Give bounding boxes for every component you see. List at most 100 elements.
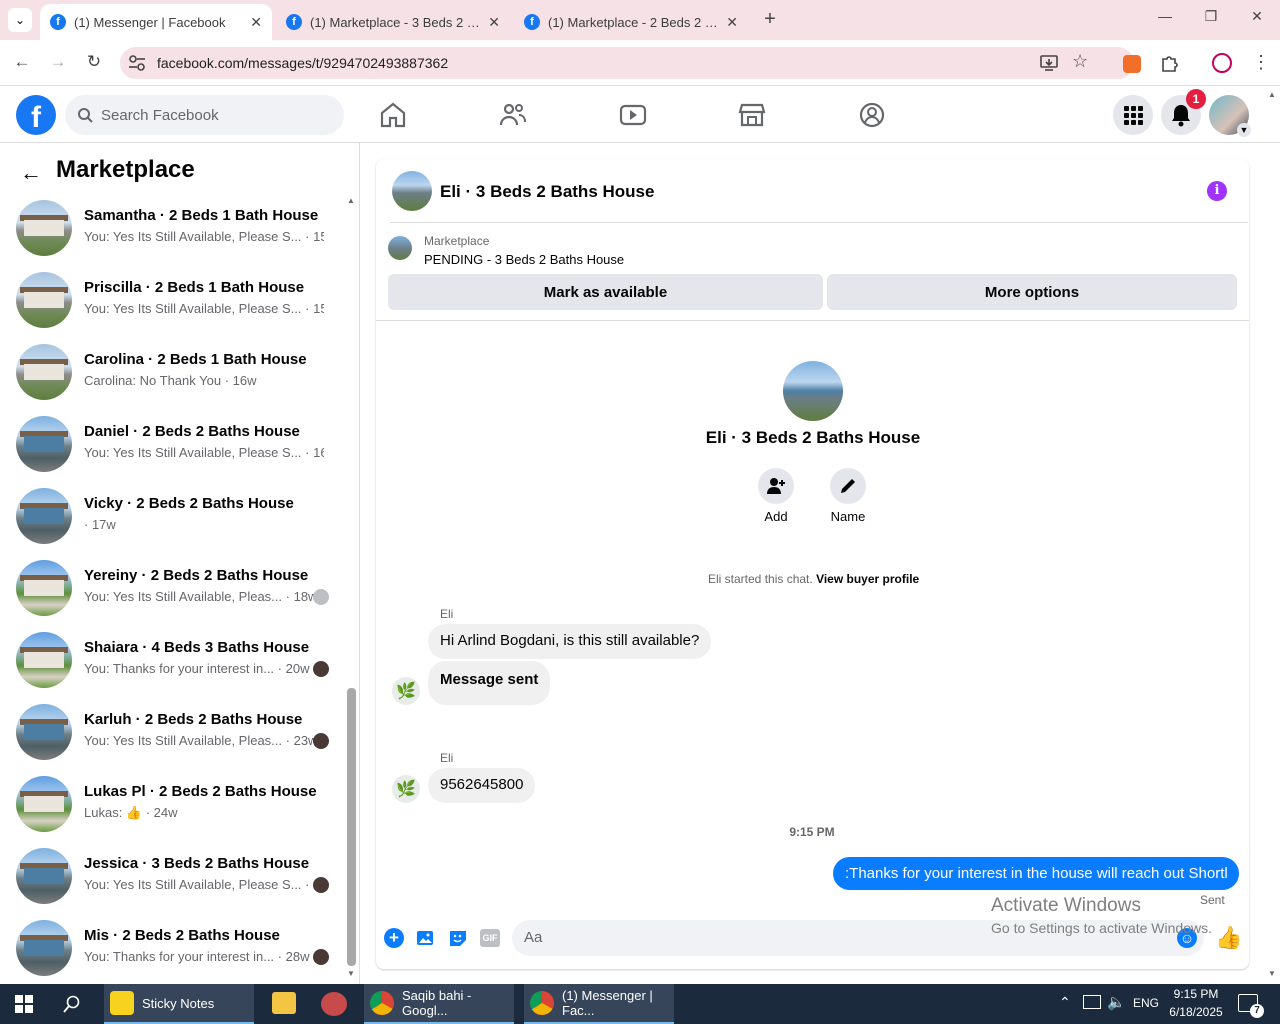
chrome-menu-icon[interactable]: ⋮: [1252, 52, 1270, 73]
chrome-icon: [370, 991, 394, 1015]
conversation-title: Mis · 2 Beds 2 Baths House: [84, 927, 280, 944]
conversation-item[interactable]: Mis · 2 Beds 2 Baths House You: Thanks fo…: [8, 912, 344, 984]
view-buyer-profile-link[interactable]: View buyer profile: [816, 572, 919, 586]
address-bar[interactable]: facebook.com/messages/t/9294702493887362: [120, 47, 1134, 79]
marketplace-icon[interactable]: [736, 99, 768, 131]
extension-icon[interactable]: [1123, 55, 1141, 73]
volume-icon[interactable]: 🔈: [1107, 993, 1126, 1011]
conversation-item[interactable]: Karluh · 2 Beds 2 Baths House You: Yes It…: [8, 696, 344, 768]
chat-header-title[interactable]: Eli · 3 Beds 2 Baths House: [440, 182, 654, 202]
taskbar-chrome-window-1[interactable]: Saqib bahi - Googl...: [364, 984, 514, 1024]
back-arrow-icon[interactable]: ←: [10, 52, 34, 76]
notification-badge: 1: [1186, 89, 1206, 109]
extensions-puzzle-icon[interactable]: [1159, 53, 1179, 73]
chat-header-avatar[interactable]: [392, 171, 432, 211]
plus-icon[interactable]: +: [384, 928, 404, 948]
sticker-icon[interactable]: [448, 928, 468, 948]
clock-date[interactable]: 6/18/2025: [1163, 1005, 1229, 1019]
conversation-snippet: You: Yes Its Still Available, Please S..…: [84, 445, 324, 460]
tab-marketplace-3-beds[interactable]: f (1) Marketplace - 3 Beds 2 Bath ✕: [276, 4, 510, 40]
file-explorer-icon[interactable]: [272, 992, 296, 1014]
video-icon[interactable]: [617, 99, 649, 131]
language-indicator[interactable]: ENG: [1133, 996, 1159, 1010]
gif-icon[interactable]: GIF: [480, 929, 500, 947]
conversation-item[interactable]: Vicky · 2 Beds 2 Baths House · 17w: [8, 480, 344, 552]
mark-as-available-button[interactable]: Mark as available: [388, 274, 823, 310]
conversation-item[interactable]: Samantha · 2 Beds 1 Bath House You: Yes I…: [8, 192, 344, 264]
conversation-time: 15w: [313, 301, 324, 316]
conversation-snippet-text: You: Thanks for your interest in...: [84, 949, 275, 964]
outgoing-message-bubble[interactable]: :Thanks for your interest in the house w…: [833, 857, 1239, 890]
more-options-button[interactable]: More options: [827, 274, 1237, 310]
sent-status: Sent: [1200, 893, 1225, 907]
windows-start-icon[interactable]: [15, 995, 33, 1013]
bookmark-star-icon[interactable]: ☆: [1072, 51, 1088, 72]
search-icon[interactable]: [63, 995, 81, 1013]
tab-messenger[interactable]: f (1) Messenger | Facebook ✕: [40, 4, 272, 40]
close-icon[interactable]: ✕: [250, 14, 262, 31]
listing-status: PENDING - 3 Beds 2 Baths House: [424, 252, 625, 267]
facebook-logo[interactable]: f: [16, 95, 56, 135]
conversation-item[interactable]: Carolina · 2 Beds 1 Bath House Carolina: …: [8, 336, 344, 408]
forward-arrow-icon[interactable]: →: [46, 52, 70, 76]
taskbar-sticky-notes[interactable]: Sticky Notes: [104, 984, 254, 1024]
search-input[interactable]: Search Facebook: [65, 95, 344, 135]
info-icon[interactable]: i: [1207, 181, 1227, 201]
clock-time[interactable]: 9:15 PM: [1163, 987, 1229, 1001]
groups-icon[interactable]: [856, 99, 888, 131]
conversation-title: Carolina · 2 Beds 1 Bath House: [84, 351, 307, 368]
scrollbar-thumb[interactable]: [347, 688, 356, 966]
reload-icon[interactable]: ↻: [82, 52, 106, 76]
edit-name-button[interactable]: [830, 468, 866, 504]
conversation-item[interactable]: Daniel · 2 Beds 2 Baths House You: Yes It…: [8, 408, 344, 480]
friends-icon[interactable]: [497, 99, 529, 131]
close-icon[interactable]: ✕: [726, 14, 738, 31]
taskbar-app-label: (1) Messenger | Fac...: [562, 988, 653, 1018]
home-icon[interactable]: [377, 99, 409, 131]
close-icon[interactable]: ✕: [488, 14, 500, 31]
message-bubble[interactable]: Message sent: [428, 661, 551, 705]
conversation-item[interactable]: Yereiny · 2 Beds 2 Baths House You: Yes I…: [8, 552, 344, 624]
install-app-icon[interactable]: [1040, 54, 1058, 72]
profile-icon[interactable]: [1212, 53, 1232, 73]
scroll-up-icon[interactable]: ▲: [347, 196, 355, 205]
listing-thumbnail: [16, 416, 72, 472]
page-scroll-down-icon[interactable]: ▼: [1268, 969, 1276, 978]
conversation-item[interactable]: Lukas Pl · 2 Beds 2 Baths House Lukas: 👍 …: [8, 768, 344, 840]
listing-thumbnail[interactable]: [388, 236, 412, 260]
tab-marketplace-2-beds[interactable]: f (1) Marketplace - 2 Beds 2 Bath ✕: [514, 4, 748, 40]
conversation-item[interactable]: Priscilla · 2 Beds 1 Bath House You: Yes …: [8, 264, 344, 336]
site-settings-icon[interactable]: [128, 55, 146, 71]
tray-chevron-up-icon[interactable]: ⌃: [1059, 994, 1071, 1011]
message-bubble[interactable]: Hi Arlind Bogdani, is this still availab…: [428, 624, 712, 659]
listing-thumbnail: [16, 632, 72, 688]
app-icon[interactable]: [321, 992, 347, 1016]
read-receipt-avatar: [313, 949, 329, 965]
add-person-button[interactable]: [758, 468, 794, 504]
conversation-separator: ·: [301, 445, 314, 460]
thumbs-up-icon[interactable]: 👍: [1215, 925, 1242, 951]
back-arrow-icon[interactable]: ←: [20, 160, 42, 186]
tab-search-dropdown-icon[interactable]: ⌄: [8, 8, 32, 32]
chevron-down-icon[interactable]: ▼: [1237, 123, 1251, 137]
message-bubble[interactable]: 9562645800: [428, 768, 536, 803]
conversation-snippet: You: Yes Its Still Available, Please S..…: [84, 229, 324, 244]
scroll-down-icon[interactable]: ▼: [347, 969, 355, 978]
conversation-snippet-text: Carolina: No Thank You: [84, 373, 222, 388]
window-close-icon[interactable]: ✕: [1234, 8, 1280, 32]
taskbar-chrome-window-2[interactable]: (1) Messenger | Fac...: [524, 984, 674, 1024]
profile-avatar[interactable]: [783, 361, 843, 421]
conversation-snippet: Carolina: No Thank You · 16w: [84, 373, 324, 388]
network-icon[interactable]: [1083, 995, 1101, 1009]
gallery-icon[interactable]: [416, 928, 436, 948]
conversation-item[interactable]: Jessica · 3 Beds 2 Baths House You: Yes I…: [8, 840, 344, 912]
activate-windows-title: Activate Windows: [991, 895, 1141, 916]
minimize-icon[interactable]: —: [1142, 8, 1188, 32]
page-scroll-up-icon[interactable]: ▲: [1268, 90, 1276, 99]
conversation-separator: ·: [301, 229, 314, 244]
restore-icon[interactable]: ❐: [1188, 8, 1234, 32]
conversation-item[interactable]: Shaiara · 4 Beds 3 Baths House You: Thank…: [8, 624, 344, 696]
new-tab-button[interactable]: +: [758, 8, 782, 32]
conversation-snippet: You: Thanks for your interest in... · 28…: [84, 949, 324, 964]
menu-grid-button[interactable]: [1113, 95, 1153, 135]
